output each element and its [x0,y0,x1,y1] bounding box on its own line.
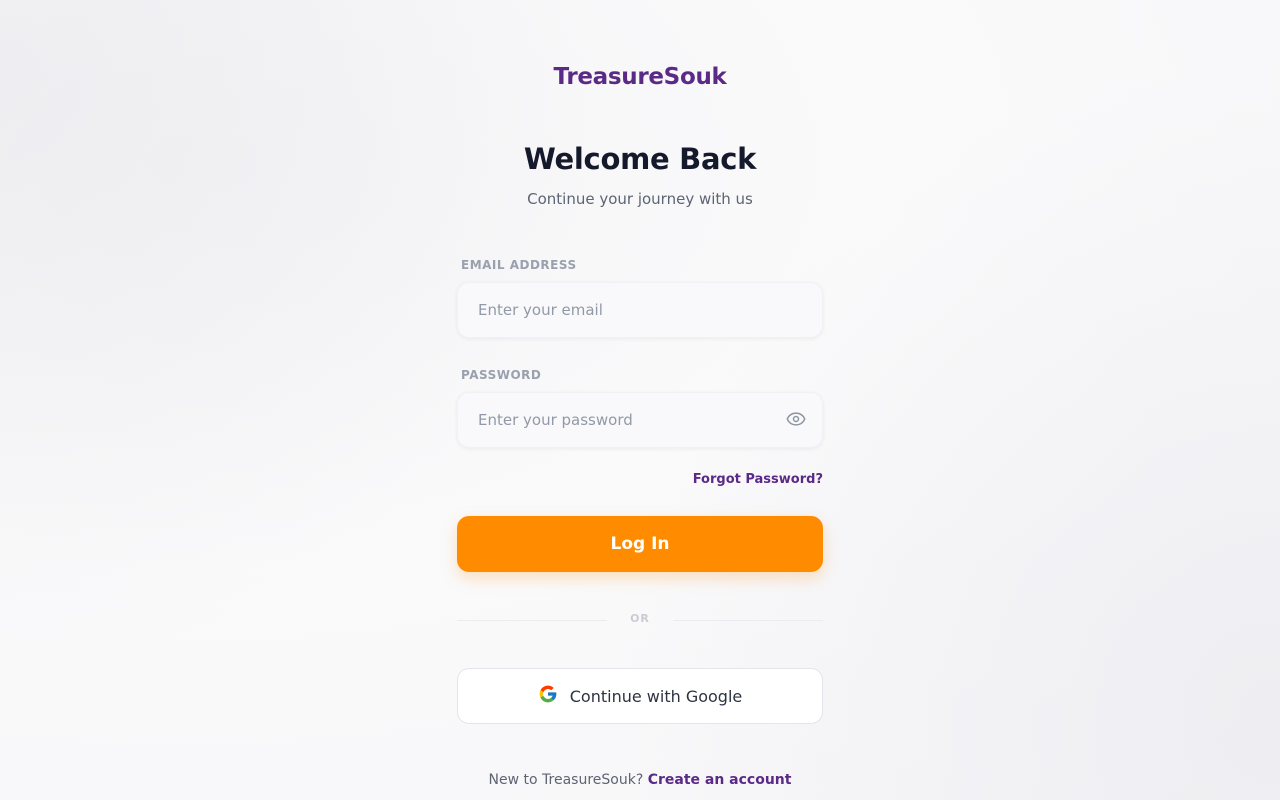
page-title: Welcome Back [523,142,757,176]
google-icon [538,684,558,708]
or-divider: OR [457,612,823,628]
forgot-password-link[interactable]: Forgot Password? [693,472,823,487]
password-label: PASSWORD [461,368,542,382]
email-field-container [457,282,823,338]
divider-line-right [673,620,823,621]
google-signin-button[interactable]: Continue with Google [457,668,823,724]
password-input[interactable] [458,393,822,447]
google-button-label: Continue with Google [569,686,743,706]
signup-prompt: New to TreasureSouk? Create an account [457,772,823,788]
email-label: EMAIL ADDRESS [461,258,577,272]
brand-logo[interactable]: TreasureSouk [457,64,823,90]
page-subtitle: Continue your journey with us [527,190,753,208]
password-field-container [457,392,823,448]
create-account-link[interactable]: Create an account [648,772,792,788]
login-button[interactable]: Log In [457,516,823,572]
divider-label: OR [630,612,650,625]
email-input[interactable] [458,283,822,337]
eye-icon[interactable] [786,409,806,429]
signup-prompt-text: New to TreasureSouk? [488,772,644,788]
